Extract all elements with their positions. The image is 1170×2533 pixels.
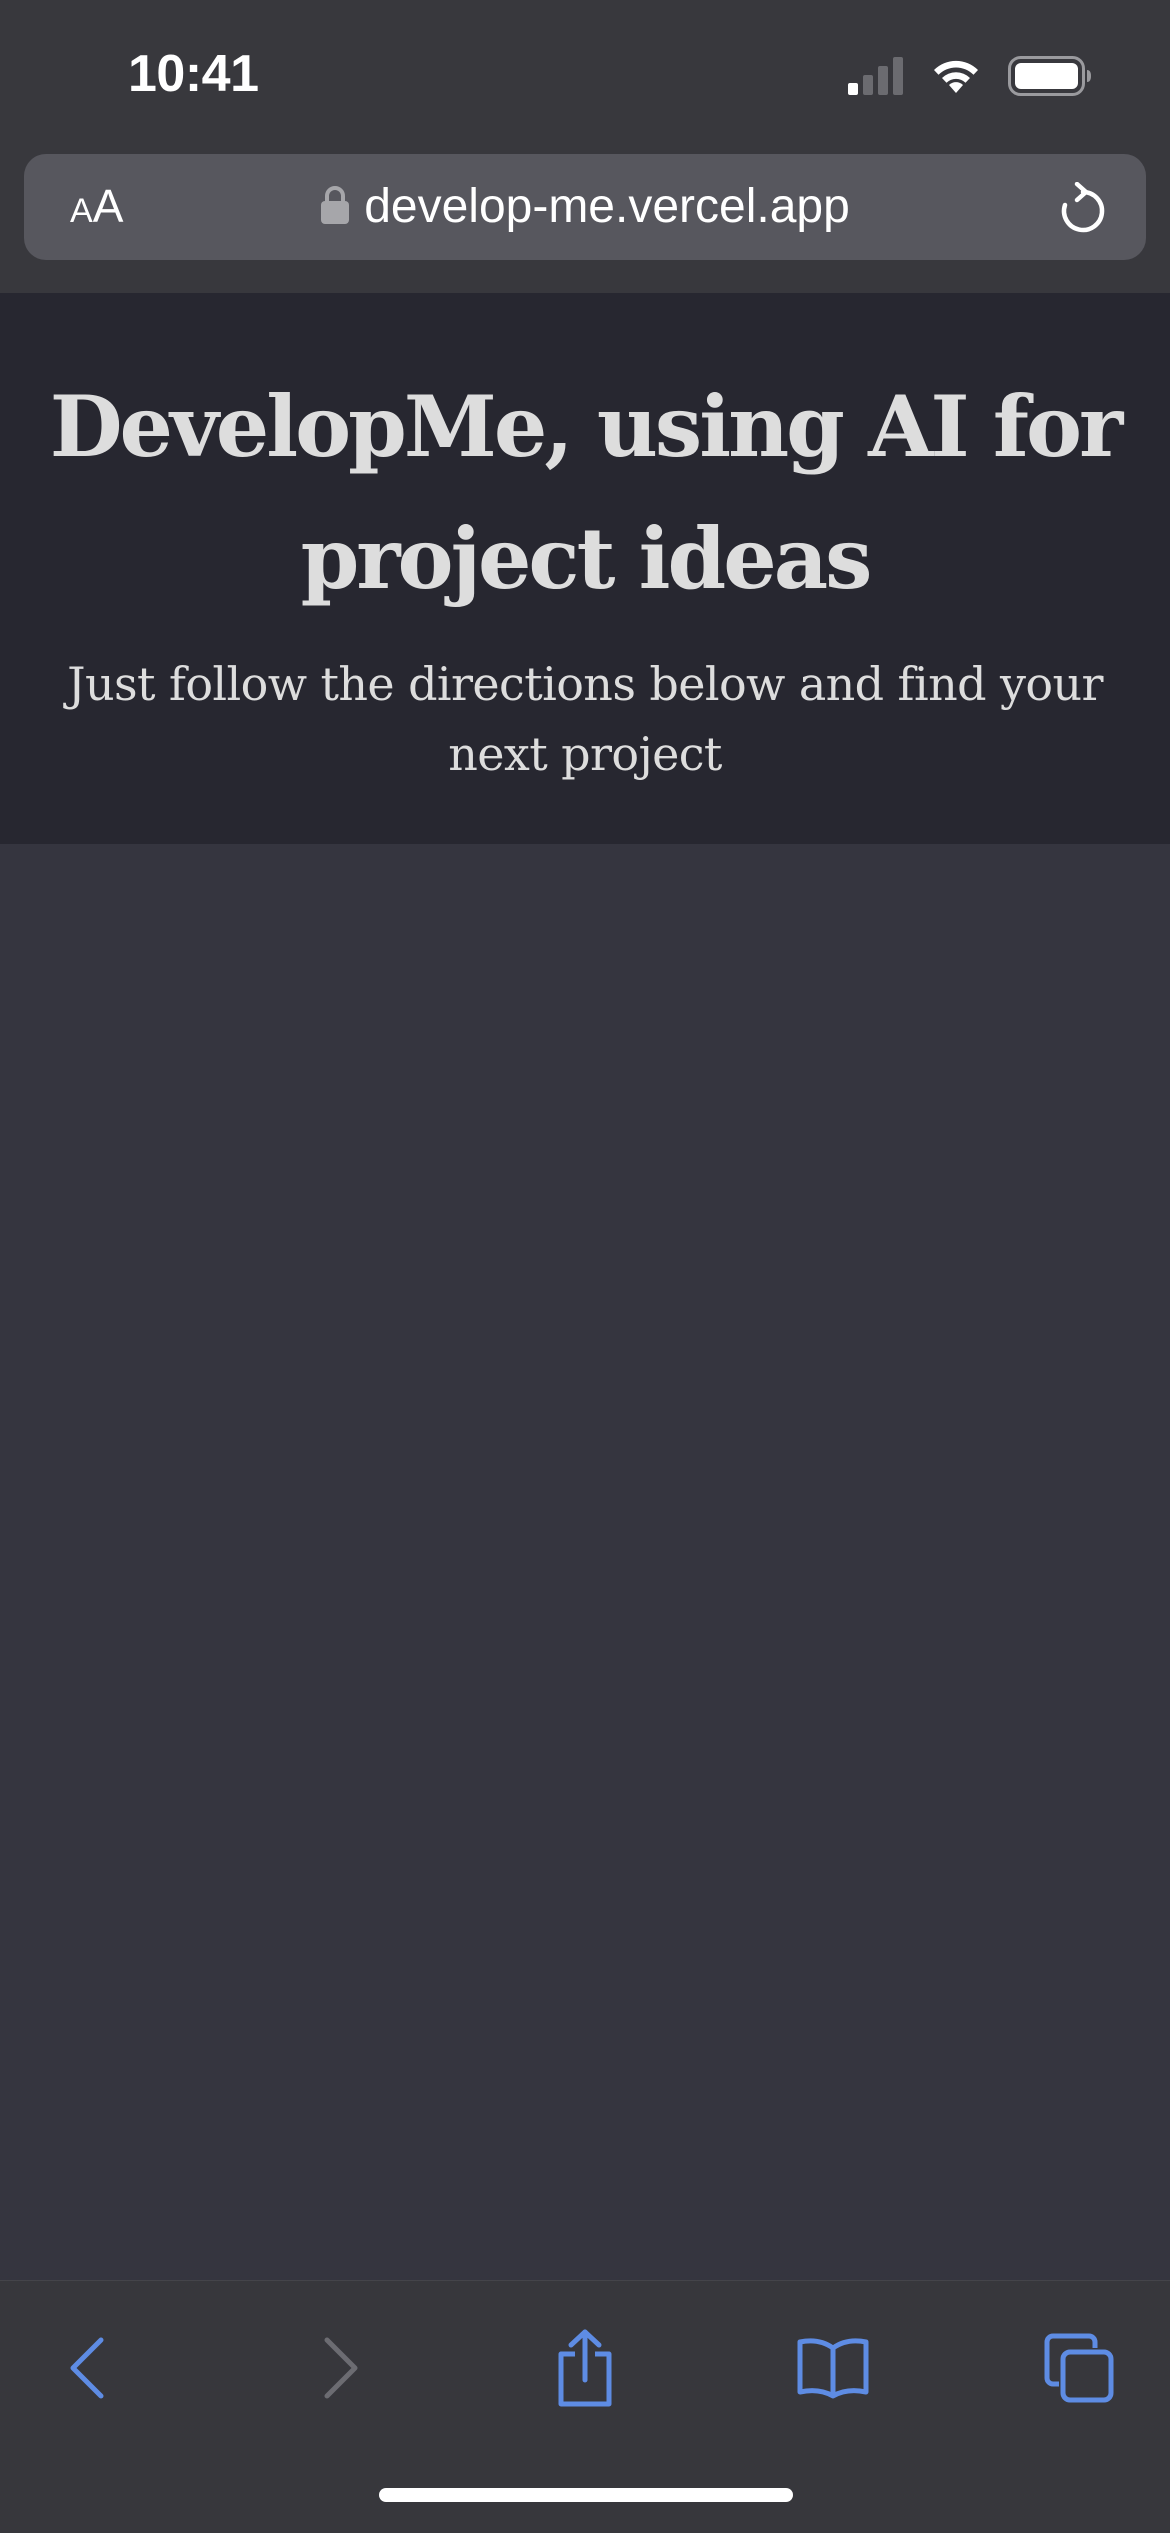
- home-indicator[interactable]: [379, 2488, 793, 2502]
- url-display[interactable]: develop-me.vercel.app: [24, 176, 1146, 238]
- battery-icon: [1008, 56, 1091, 96]
- tabs-icon: [1044, 2333, 1114, 2403]
- hero-section: DevelopMe, using AI for project ideas Ju…: [0, 293, 1170, 844]
- page-subtitle: Just follow the directions below and fin…: [67, 657, 1103, 781]
- status-time: 10:41: [128, 45, 259, 103]
- share-icon: [558, 2329, 612, 2407]
- cellular-signal-icon: [848, 57, 903, 95]
- forward-button[interactable]: [296, 2323, 386, 2413]
- forward-icon: [324, 2337, 358, 2399]
- back-button[interactable]: [42, 2323, 132, 2413]
- url-text: develop-me.vercel.app: [364, 180, 850, 233]
- lock-icon: [321, 186, 350, 224]
- bookmarks-icon: [797, 2338, 869, 2399]
- bookmarks-button[interactable]: [788, 2323, 878, 2413]
- address-bar[interactable]: AA develop-me.vercel.app: [24, 154, 1146, 260]
- share-button[interactable]: [540, 2323, 630, 2413]
- reload-icon[interactable]: [1056, 182, 1106, 236]
- tabs-button[interactable]: [1034, 2323, 1124, 2413]
- page-title: DevelopMe, using AI for project ideas: [49, 377, 1124, 608]
- status-bar: 10:41: [0, 0, 1170, 150]
- status-icons: [848, 56, 1092, 96]
- content-area: [0, 844, 1170, 2280]
- browser-chrome: AA develop-me.vercel.app: [0, 150, 1170, 293]
- wifi-icon: [934, 60, 978, 93]
- back-icon: [70, 2337, 104, 2399]
